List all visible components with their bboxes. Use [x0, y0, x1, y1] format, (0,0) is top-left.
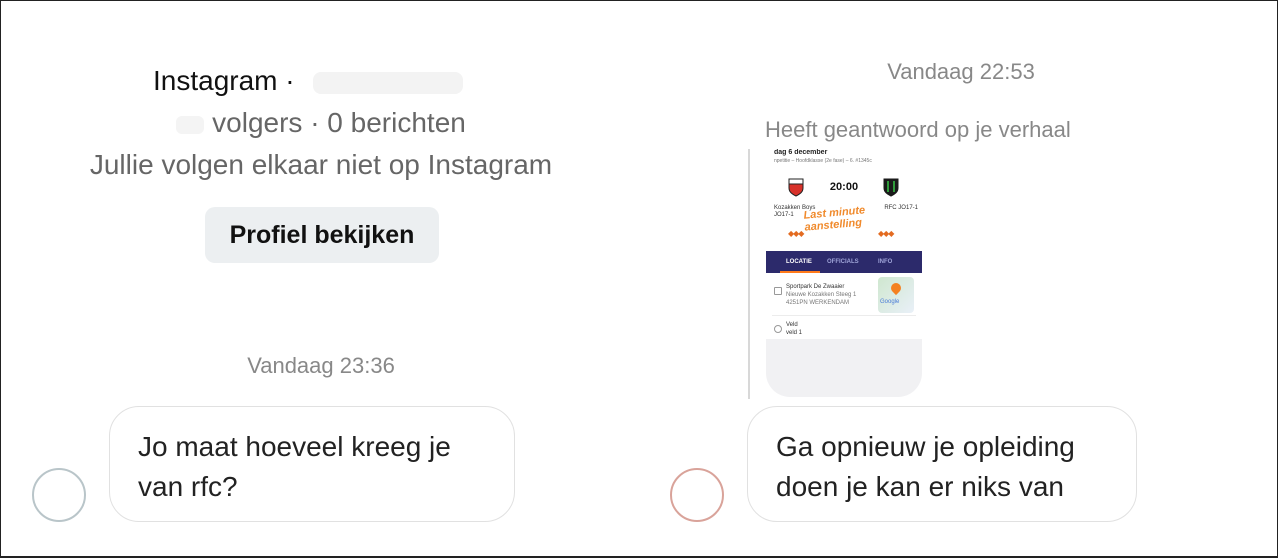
map-thumbnail: Google: [878, 277, 914, 313]
left-chat-panel: Instagram · volgers · 0 berichten Jullie…: [1, 1, 641, 541]
profile-stats: volgers · 0 berichten: [1, 107, 641, 139]
field-value: veld 1: [786, 330, 803, 336]
story-location: Sportpark De Zwaaier Nieuwe Kozakken Ste…: [786, 283, 856, 307]
tab-info: INFO: [878, 259, 893, 265]
calendar-icon: [774, 287, 782, 295]
story-card: dag 6 december npetitie – Hoofdklasse (2…: [766, 149, 922, 397]
message-bubble[interactable]: Jo maat hoeveel kreeg je van rfc?: [109, 406, 515, 522]
redacted-username: [312, 71, 463, 94]
location-pin-icon: [774, 325, 782, 333]
divider: [772, 315, 916, 316]
screenshot-frame: Instagram · volgers · 0 berichten Jullie…: [0, 0, 1278, 558]
message-line: doen je kan er niks van: [776, 471, 1064, 502]
story-preview[interactable]: dag 6 december npetitie – Hoofdklasse (2…: [748, 149, 924, 399]
message-timestamp: Vandaag 22:53: [887, 59, 1035, 84]
message-timestamp: Vandaag 23:36: [247, 353, 395, 378]
decorative-dots-icon: ◆◆◆: [878, 229, 895, 238]
message-line: Ga opnieuw je opleiding: [776, 431, 1075, 462]
away-team-name: RFC JO17-1: [884, 205, 918, 211]
profile-stats-text: volgers · 0 berichten: [212, 107, 466, 138]
story-field: Veld veld 1: [786, 321, 802, 337]
message-line: van rfc?: [138, 471, 238, 502]
active-tab-indicator: [780, 271, 820, 273]
story-footer: [766, 339, 922, 397]
story-competition: npetitie – Hoofdklasse (2e fase) – 6. #1…: [774, 158, 872, 164]
story-promo-text: Last minute aanstelling: [803, 204, 867, 233]
story-tab-bar: LOCATIE OFFICIALS INFO: [766, 251, 922, 273]
message-line: Jo maat hoeveel kreeg je: [138, 431, 451, 462]
decorative-dots-icon: ◆◆◆: [788, 229, 805, 238]
map-pin-icon: [888, 280, 904, 296]
field-label: Veld: [786, 322, 798, 328]
location-name: Sportpark De Zwaaier: [786, 284, 845, 290]
location-city: 4251PN WERKENDAM: [786, 300, 850, 306]
message-bubble[interactable]: Ga opnieuw je opleiding doen je kan er n…: [747, 406, 1137, 522]
avatar[interactable]: [32, 468, 86, 522]
avatar[interactable]: [670, 468, 724, 522]
profile-header: Instagram ·: [153, 65, 463, 97]
location-street: Nieuwe Kozakken Steeg 1: [786, 292, 857, 298]
tab-officials: OFFICIALS: [827, 259, 859, 265]
follow-status: Jullie volgen elkaar niet op Instagram: [89, 149, 553, 180]
redacted-follower-count: [176, 115, 205, 134]
away-team-crest-icon: [883, 178, 899, 197]
map-label: Google: [880, 299, 900, 305]
view-profile-button[interactable]: Profiel bekijken: [205, 207, 439, 263]
story-date: dag 6 december: [774, 149, 828, 156]
story-reply-label: Heeft geantwoord op je verhaal: [765, 117, 1071, 142]
profile-platform: Instagram ·: [153, 65, 295, 96]
right-chat-panel: Vandaag 22:53 Heeft geantwoord op je ver…: [641, 1, 1280, 541]
tab-locatie: LOCATIE: [786, 259, 812, 265]
